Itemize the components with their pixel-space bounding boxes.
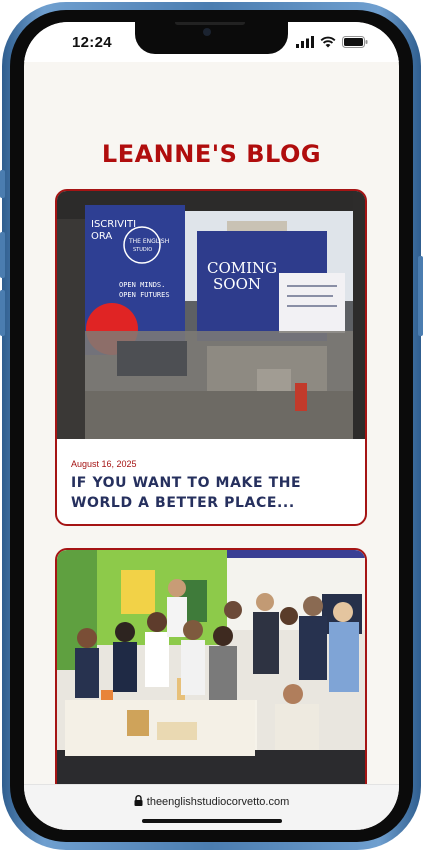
post-date: August 16, 2025 <box>71 459 137 469</box>
battery-icon <box>342 36 368 48</box>
status-icons <box>296 36 368 48</box>
sign-logo-2: STUDIO <box>133 247 152 253</box>
silent-switch <box>0 170 5 198</box>
volume-up-button <box>0 232 5 278</box>
volume-down-button <box>0 290 5 336</box>
url-text: theenglishstudiocorvetto.com <box>146 796 290 808</box>
power-button <box>418 256 423 336</box>
page-title: LEANNE'S BLOG <box>101 140 322 168</box>
wifi-icon <box>320 36 336 48</box>
home-indicator[interactable] <box>142 819 282 823</box>
status-bar: 12:24 <box>24 22 399 62</box>
sign-ora: ORA <box>91 231 112 242</box>
blog-post-card[interactable]: ISCRIVITI ORA THE ENGLISH STUDIO OPEN MI… <box>55 189 367 526</box>
sign-logo: THE ENGLISH <box>128 238 169 245</box>
post-image[interactable]: ISCRIVITI ORA THE ENGLISH STUDIO OPEN MI… <box>57 191 365 439</box>
sign-iscriviti: ISCRIVITI <box>91 219 136 230</box>
sign-coming-soon-2: SOON <box>213 275 261 293</box>
notch <box>135 22 288 54</box>
lock-icon <box>134 795 143 806</box>
post-title[interactable]: IF YOU WANT TO MAKE THE WORLD A BETTER P… <box>71 473 356 513</box>
sign-slogan: OPEN MINDS. <box>119 281 165 289</box>
browser-address-bar[interactable]: theenglishstudiocorvetto.com <box>24 784 399 830</box>
front-camera <box>203 28 211 36</box>
signal-icon <box>296 36 314 48</box>
sign-slogan-2: OPEN FUTURES <box>119 291 170 299</box>
phone-screen: 12:24 LEANNE'S BLOG ISCRIVITI ORA THE EN… <box>24 22 399 830</box>
earpiece <box>175 22 245 25</box>
status-time: 12:24 <box>72 34 112 51</box>
url-display[interactable]: theenglishstudiocorvetto.com <box>24 795 399 808</box>
